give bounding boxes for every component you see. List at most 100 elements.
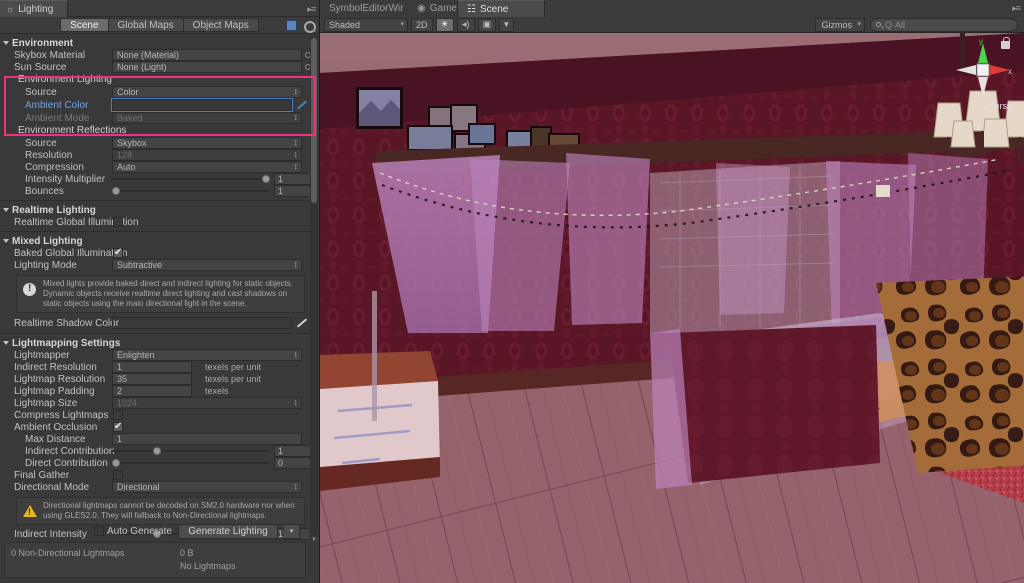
- eyedropper-icon-shadow[interactable]: [296, 317, 307, 328]
- lighting-toolbar-right: [286, 19, 316, 33]
- lighting-tabs-toolbar: Scene Global Maps Object Maps: [0, 17, 319, 34]
- label-lightmap-padding: Lightmap Padding: [14, 385, 95, 397]
- row-reflection-resolution: Resolution 128: [0, 149, 311, 161]
- foldout-mixed-lighting-label: Mixed Lighting: [12, 235, 83, 247]
- panel-menu-icon[interactable]: ▸≡: [307, 4, 316, 15]
- foldout-mixed-lighting[interactable]: Mixed Lighting: [0, 235, 311, 247]
- checkbox-compress-lightmaps[interactable]: [113, 410, 123, 420]
- tab-scene-view-label: Scene: [479, 3, 509, 15]
- value-bounces[interactable]: 1: [274, 185, 311, 197]
- color-field-ambient-color[interactable]: [111, 98, 293, 112]
- dropdown-reflection-source[interactable]: Skybox: [112, 137, 302, 149]
- input-indirect-resolution[interactable]: 1: [112, 361, 192, 373]
- row-directional-mode: Directional Mode Directional: [0, 481, 311, 493]
- scene-viewport[interactable]: y x Persp: [320, 33, 1024, 583]
- foldout-environment[interactable]: Environment: [0, 37, 311, 49]
- row-baked-gi: Baked Global Illumination: [0, 247, 311, 259]
- toggle-2d[interactable]: 2D: [411, 17, 433, 32]
- draw-mode-dropdown[interactable]: Shaded: [324, 17, 408, 32]
- gizmo-projection-label[interactable]: Persp: [982, 101, 1012, 111]
- slider-intensity-multiplier[interactable]: [112, 175, 270, 183]
- scene-search-placeholder: Q·All: [885, 19, 905, 30]
- dropdown-ambient-source[interactable]: Color: [112, 86, 302, 98]
- row-lightmap-size: Lightmap Size 1024: [0, 397, 311, 409]
- checkbox-baked-gi[interactable]: [113, 247, 123, 258]
- gizmo-lock-icon[interactable]: [1001, 37, 1010, 49]
- scene-effects-dropdown-icon[interactable]: ▾: [499, 17, 514, 32]
- slider-indirect-contribution[interactable]: [112, 447, 270, 455]
- row-reflection-source: Source Skybox: [0, 137, 311, 149]
- lightmap-preview-icon[interactable]: [286, 19, 297, 31]
- eyedropper-icon-ambient[interactable]: [296, 99, 307, 110]
- label-indirect-contribution: Indirect Contribution: [25, 445, 115, 457]
- scene-orientation-gizmo[interactable]: y x Persp: [952, 37, 1014, 119]
- generate-lighting-dropdown-icon[interactable]: ▾: [284, 523, 300, 539]
- slider-direct-contribution[interactable]: [112, 459, 270, 467]
- slider-knob-bounces[interactable]: [112, 187, 120, 195]
- lighting-panel-scrollbar[interactable]: ▲ ▼: [310, 28, 318, 543]
- scene-panel-menu-icon[interactable]: ▸≡: [1012, 3, 1021, 14]
- tab-symbol-editor[interactable]: SymbolEditorWir: [320, 0, 412, 17]
- scroll-down-arrow-icon[interactable]: ▼: [311, 537, 317, 543]
- dropdown-lighting-mode[interactable]: Subtractive: [112, 259, 302, 271]
- lighting-panel: ☼ Lighting ▸≡ Scene Global Maps Object M…: [0, 0, 320, 583]
- tab-object-maps[interactable]: Object Maps: [182, 18, 259, 32]
- window-tab-lighting[interactable]: ☼ Lighting: [0, 0, 69, 17]
- slider-knob-intensity-multiplier[interactable]: [262, 175, 270, 183]
- value-intensity-multiplier[interactable]: 1: [274, 173, 311, 185]
- foldout-realtime-lighting[interactable]: Realtime Lighting: [0, 204, 311, 216]
- color-field-realtime-shadow-color[interactable]: [112, 317, 292, 329]
- checkbox-final-gather[interactable]: [113, 470, 123, 480]
- value-direct-contribution[interactable]: 0: [274, 457, 311, 469]
- dropdown-lightmap-size[interactable]: 1024: [112, 397, 302, 409]
- toggle-scene-effects[interactable]: ▣: [477, 17, 497, 32]
- scene-search-input[interactable]: Q·All: [870, 17, 1018, 32]
- toggle-scene-audio[interactable]: ◂): [456, 17, 475, 32]
- slider-knob-indirect-contribution[interactable]: [153, 447, 161, 455]
- scene-view-toolbar: Shaded 2D ☀ ◂) ▣ ▾ Gizmos Q·All: [320, 17, 1024, 33]
- value-indirect-contribution[interactable]: 1: [274, 445, 311, 457]
- scrollbar-thumb[interactable]: [311, 38, 317, 203]
- generate-lighting-button[interactable]: Generate Lighting: [178, 523, 278, 539]
- subheader-environment-lighting: Environment Lighting: [18, 74, 112, 85]
- gizmo-axis-x-label: x: [1008, 67, 1012, 76]
- slider-bounces[interactable]: [112, 187, 270, 195]
- dropdown-directional-mode[interactable]: Directional: [112, 481, 302, 493]
- label-lighting-mode: Lighting Mode: [14, 259, 77, 271]
- field-sun-source[interactable]: None (Light): [112, 61, 302, 73]
- field-skybox-material[interactable]: None (Material): [112, 49, 302, 61]
- label-baked-gi: Baked Global Illumination: [14, 247, 128, 259]
- checkbox-ambient-occlusion[interactable]: [113, 421, 123, 432]
- toggle-scene-lighting[interactable]: ☀: [435, 17, 454, 32]
- label-lightmap-resolution: Lightmap Resolution: [14, 373, 106, 385]
- generate-row: Auto Generate Generate Lighting ▾: [0, 523, 310, 539]
- tab-scene[interactable]: Scene: [60, 18, 108, 32]
- chevron-down-icon: [3, 239, 9, 243]
- label-ambient-color: Ambient Color: [25, 99, 89, 111]
- info-box-mixed-lighting: Mixed lights provide baked direct and in…: [16, 275, 305, 313]
- checkbox-auto-generate[interactable]: [93, 526, 104, 536]
- checkbox-realtime-gi[interactable]: [113, 217, 123, 227]
- divider-2: [0, 231, 311, 232]
- input-max-distance[interactable]: 1: [112, 433, 302, 445]
- dropdown-reflection-compression[interactable]: Auto: [112, 161, 302, 173]
- input-lightmap-resolution[interactable]: 35: [112, 373, 192, 385]
- label-compress-lightmaps: Compress Lightmaps: [14, 409, 109, 421]
- scroll-up-arrow-icon[interactable]: ▲: [311, 28, 317, 34]
- slider-knob-direct-contribution[interactable]: [112, 459, 120, 467]
- foldout-lightmapping-settings[interactable]: Lightmapping Settings: [0, 337, 311, 349]
- dropdown-reflection-resolution[interactable]: 128: [112, 149, 302, 161]
- tab-scene-view[interactable]: ☷ Scene: [457, 0, 545, 17]
- dropdown-lightmapper[interactable]: Enlighten: [112, 349, 302, 361]
- input-lightmap-padding[interactable]: 2: [112, 385, 192, 397]
- tab-global-maps[interactable]: Global Maps: [107, 18, 183, 32]
- divider-1: [0, 200, 311, 201]
- row-ambient-occlusion: Ambient Occlusion: [0, 421, 311, 433]
- scene-icon: ☷: [467, 3, 476, 15]
- auto-generate-control[interactable]: Auto Generate: [93, 525, 172, 537]
- unit-lightmap-resolution: texels per unit: [205, 374, 262, 384]
- row-ambient-color: Ambient Color: [0, 98, 311, 112]
- label-lightmap-size: Lightmap Size: [14, 397, 78, 409]
- gizmos-dropdown[interactable]: Gizmos: [815, 17, 865, 32]
- label-auto-generate: Auto Generate: [106, 525, 172, 537]
